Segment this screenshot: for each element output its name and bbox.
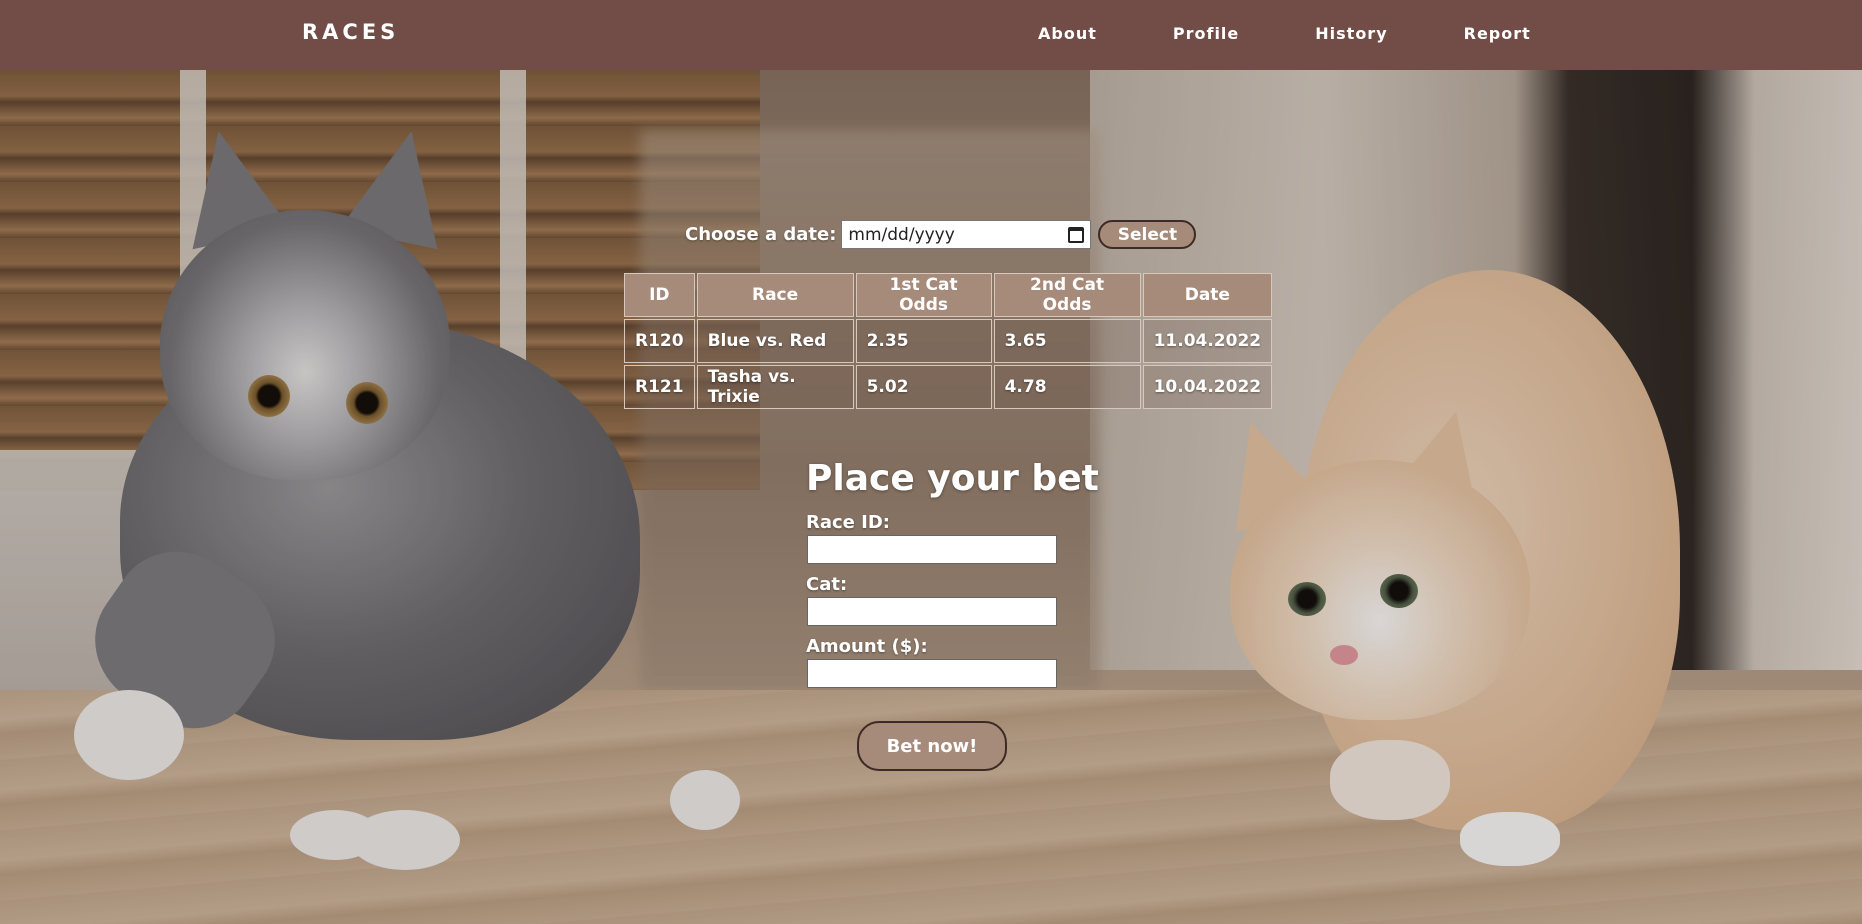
table-row: R121 Tasha vs. Trixie 5.02 4.78 10.04.20… [624,365,1273,409]
cell-2nd-odds: 3.65 [993,319,1141,363]
cell-date: 11.04.2022 [1142,319,1273,363]
nav-link-profile[interactable]: Profile [1173,24,1239,43]
cell-race-name: Blue vs. Red [696,319,854,363]
table-row: R120 Blue vs. Red 2.35 3.65 11.04.2022 [624,319,1273,363]
date-label: Choose a date: [685,224,837,245]
cat-input[interactable] [807,597,1057,626]
cell-race-name: Tasha vs. Trixie [696,365,854,409]
cell-2nd-odds: 4.78 [993,365,1141,409]
top-navbar: RACES About Profile History Report [0,0,1862,70]
column-header-1st-odds: 1st Cat Odds [855,273,992,317]
column-header-race: Race [696,273,854,317]
cell-1st-odds: 5.02 [855,365,992,409]
date-filter-row: Choose a date: mm/dd/yyyy Select [685,220,1197,249]
date-placeholder: mm/dd/yyyy [848,224,955,245]
cell-1st-odds: 2.35 [855,319,992,363]
amount-input[interactable] [807,659,1057,688]
select-button[interactable]: Select [1098,220,1197,249]
table-header-row: ID Race 1st Cat Odds 2nd Cat Odds Date [624,273,1273,317]
bet-now-button[interactable]: Bet now! [857,721,1007,771]
cell-race-id: R121 [624,365,695,409]
cat-label: Cat: [806,574,848,595]
races-table: ID Race 1st Cat Odds 2nd Cat Odds Date R… [622,271,1274,411]
bet-form-title: Place your bet [806,458,1099,499]
column-header-2nd-odds: 2nd Cat Odds [993,273,1141,317]
main-content: Choose a date: mm/dd/yyyy Select ID Race… [0,70,1862,924]
nav-links: About Profile History Report [1038,24,1607,43]
cell-date: 10.04.2022 [1142,365,1273,409]
nav-link-report[interactable]: Report [1464,24,1531,43]
cell-race-id: R120 [624,319,695,363]
nav-link-about[interactable]: About [1038,24,1097,43]
race-id-input[interactable] [807,535,1057,564]
race-id-label: Race ID: [806,512,890,533]
brand-logo[interactable]: RACES [302,20,399,44]
amount-label: Amount ($): [806,636,928,657]
column-header-id: ID [624,273,695,317]
date-input[interactable]: mm/dd/yyyy [841,220,1092,249]
nav-link-history[interactable]: History [1315,24,1387,43]
calendar-icon[interactable] [1068,226,1085,243]
column-header-date: Date [1142,273,1273,317]
